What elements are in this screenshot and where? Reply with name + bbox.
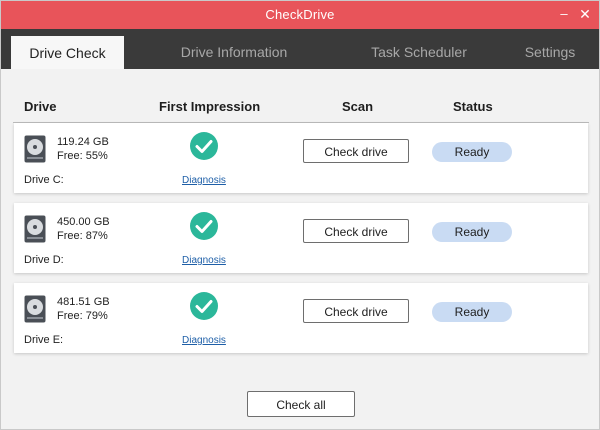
drive-free-space: Free: 55%: [57, 150, 108, 162]
drive-size: 119.24 GB: [57, 136, 109, 148]
column-header-scan: Scan: [342, 99, 374, 114]
check-all-button[interactable]: Check all: [247, 391, 355, 417]
status-badge: Ready: [432, 222, 512, 242]
status-badge: Ready: [432, 142, 512, 162]
hard-drive-icon: [24, 135, 46, 163]
column-header-first-impression: First Impression: [159, 99, 261, 114]
tab-drive-information[interactable]: Drive Information: [161, 35, 307, 69]
drive-size: 481.51 GB: [57, 296, 110, 308]
column-header-drive: Drive: [24, 99, 57, 114]
checkmark-icon: [190, 212, 218, 240]
drive-check-panel: Drive First Impression Scan Status 119.2…: [1, 69, 599, 429]
column-header-status: Status: [453, 99, 493, 114]
drive-name: Drive D:: [24, 254, 64, 266]
check-drive-button[interactable]: Check drive: [303, 139, 409, 163]
check-drive-button[interactable]: Check drive: [303, 299, 409, 323]
checkdrive-window: CheckDrive – ✕ Drive Check Drive Informa…: [0, 0, 600, 430]
drive-name: Drive C:: [24, 174, 64, 186]
minimize-button[interactable]: –: [555, 5, 573, 23]
checkmark-icon: [190, 292, 218, 320]
title-bar: CheckDrive – ✕: [1, 1, 599, 29]
status-badge: Ready: [432, 302, 512, 322]
drive-free-space: Free: 87%: [57, 230, 108, 242]
tab-task-scheduler[interactable]: Task Scheduler: [361, 35, 477, 69]
drive-size: 450.00 GB: [57, 216, 110, 228]
drive-free-space: Free: 79%: [57, 310, 108, 322]
drive-row: 450.00 GB Free: 87% Drive D: Diagnosis C…: [14, 203, 588, 273]
drive-name: Drive E:: [24, 334, 64, 346]
window-title: CheckDrive: [265, 7, 335, 22]
tab-bar: Drive Check Drive Information Task Sched…: [1, 29, 599, 70]
drive-row: 119.24 GB Free: 55% Drive C: Diagnosis C…: [14, 123, 588, 193]
tab-drive-check[interactable]: Drive Check: [11, 36, 124, 70]
diagnosis-link[interactable]: Diagnosis: [182, 255, 226, 266]
drive-row: 481.51 GB Free: 79% Drive E: Diagnosis C…: [14, 283, 588, 353]
hard-drive-icon: [24, 215, 46, 243]
tab-settings[interactable]: Settings: [515, 35, 585, 69]
hard-drive-icon: [24, 295, 46, 323]
diagnosis-link[interactable]: Diagnosis: [182, 175, 226, 186]
checkmark-icon: [190, 132, 218, 160]
check-drive-button[interactable]: Check drive: [303, 219, 409, 243]
diagnosis-link[interactable]: Diagnosis: [182, 335, 226, 346]
close-button[interactable]: ✕: [576, 5, 594, 23]
